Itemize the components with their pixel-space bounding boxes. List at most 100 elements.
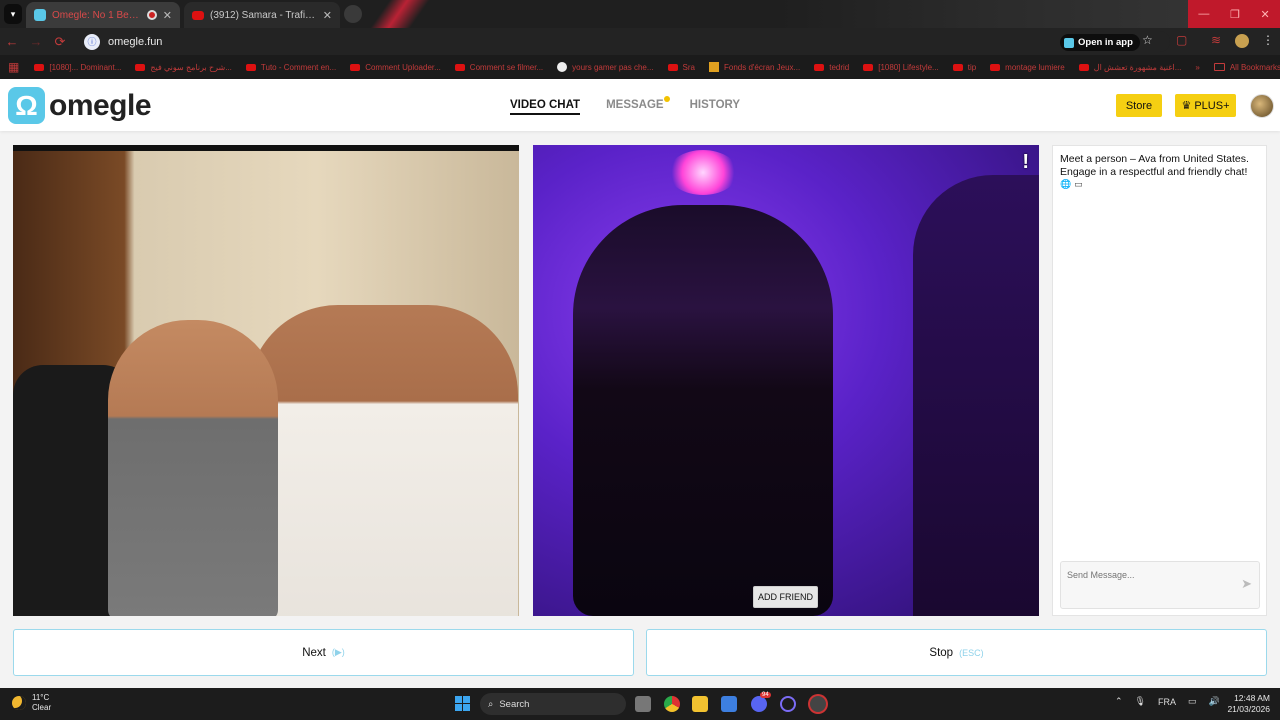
notification-dot (663, 96, 670, 102)
store-button[interactable]: Store (1116, 94, 1162, 117)
nav-video-chat[interactable]: VIDEO CHAT (510, 99, 581, 115)
minimize-icon[interactable]: — (1198, 8, 1209, 20)
moon-icon (12, 696, 26, 710)
tab-title: (3912) Samara - Trafiquant (Au (210, 9, 317, 21)
main-nav: VIDEO CHAT MESSAGE HISTORY (510, 96, 740, 115)
stranger-intro-text: Meet a person – Ava from United States. … (1060, 153, 1249, 178)
microphone-icon[interactable]: 🎙 (1135, 696, 1146, 707)
report-icon[interactable]: ! (1022, 151, 1029, 174)
translate-icon[interactable]: ▭ (1074, 179, 1083, 190)
video-top-edge (13, 145, 519, 151)
second-person-silhouette (913, 175, 1039, 616)
cast-icon[interactable]: ≋ (1211, 33, 1221, 47)
bookmark-item[interactable]: Tuto - Comment en... (239, 63, 343, 72)
new-tab-button[interactable] (344, 5, 362, 23)
bookmark-item[interactable]: [1080]... Dominant... (27, 63, 128, 72)
omegle-logo-icon: Ω (8, 87, 45, 124)
close-window-icon[interactable]: ✕ (1260, 8, 1269, 21)
menu-icon[interactable]: ⋮ (1262, 33, 1274, 47)
nav-message[interactable]: MESSAGE (606, 96, 670, 115)
plus-button[interactable]: ♛ PLUS+ (1175, 94, 1236, 117)
bookmark-item[interactable]: [1080] Lifestyle... (856, 63, 945, 72)
youtube-icon (1078, 63, 1089, 71)
close-tab-icon[interactable]: ✕ (323, 9, 332, 22)
tab-omegle[interactable]: Omegle: No 1 Best Random ✕ (26, 2, 180, 28)
volume-icon[interactable]: 🔊 (1209, 696, 1220, 707)
more-bookmarks-icon[interactable]: » (1188, 63, 1206, 72)
recording-icon (146, 10, 157, 20)
chevron-up-icon[interactable]: ⌃ (1115, 696, 1123, 707)
file-explorer-icon[interactable] (692, 696, 708, 712)
youtube-icon (135, 63, 146, 71)
bookmark-item[interactable]: yours gamer pas che... (550, 62, 660, 72)
site-header: Ω omegle VIDEO CHAT MESSAGE HISTORY Stor… (0, 79, 1280, 131)
windows-start-icon[interactable] (455, 696, 470, 711)
bookmark-star-icon[interactable]: ☆ (1142, 33, 1153, 47)
address-bar[interactable]: ⓘ omegle.fun (80, 31, 1170, 52)
taskbar-search[interactable]: ⌕ Search (480, 693, 626, 715)
chrome-icon[interactable] (664, 696, 680, 712)
person-grey-hoodie (108, 320, 278, 616)
windows-taskbar: 11°C Clear ⌕ Search 94 ⌃ 🎙 FRA ▭ 🔊 12:48… (0, 688, 1280, 720)
crown-icon: ♛ (1181, 100, 1192, 112)
back-icon[interactable]: ← (0, 34, 24, 49)
google-icon (557, 62, 568, 72)
message-input[interactable] (1061, 562, 1231, 588)
task-view-icon[interactable] (635, 696, 651, 712)
local-video (13, 145, 519, 616)
bookmarks-bar: ▦ [1080]... Dominant... شرح برنامج سوني … (0, 55, 1280, 79)
window-controls: — ❐ ✕ (1188, 0, 1280, 28)
app-icon (1064, 37, 1074, 48)
open-in-app-label: Open in app (1078, 37, 1133, 48)
bookmark-item[interactable]: Fonds d'écran Jeux... (702, 62, 807, 72)
bookmark-item[interactable]: Comment Uploader... (343, 63, 448, 72)
bookmark-item[interactable]: montage lumiere (983, 63, 1072, 72)
store-app-icon[interactable] (721, 696, 737, 712)
profile-icon[interactable] (1235, 34, 1249, 48)
bookmark-item[interactable]: tip (946, 63, 983, 72)
chrome-profile-icon[interactable] (810, 696, 826, 712)
person-white-sweater (248, 305, 518, 616)
bookmark-item[interactable]: tedrid (807, 63, 856, 72)
tab-youtube[interactable]: (3912) Samara - Trafiquant (Au ✕ (184, 2, 340, 28)
next-button[interactable]: Next (▶) (13, 629, 634, 676)
weather-widget[interactable]: 11°C Clear (12, 693, 51, 713)
bookmark-item[interactable]: Sra (661, 63, 702, 72)
add-friend-button[interactable]: ADD FRIEND (753, 586, 818, 608)
tab-title: Omegle: No 1 Best Random (52, 9, 141, 21)
app-ring-icon[interactable] (780, 696, 796, 712)
next-shortcut-hint: (▶) (331, 647, 345, 657)
youtube-icon (952, 63, 963, 71)
omegle-logo[interactable]: Ω omegle (8, 87, 152, 124)
extension-icon[interactable]: ▢ (1176, 33, 1187, 47)
site-info-icon[interactable]: ⓘ (84, 33, 100, 50)
stranger-person (573, 205, 833, 616)
bookmark-item[interactable]: شرح برنامج سوني فيج... (128, 63, 239, 72)
open-in-app-button[interactable]: Open in app (1060, 34, 1140, 51)
chat-panel: Meet a person – Ava from United States. … (1052, 145, 1267, 616)
network-icon[interactable]: ▭ (1188, 696, 1197, 707)
folder-icon (1213, 63, 1225, 71)
stop-button[interactable]: Stop (ESC) (646, 629, 1267, 676)
bookmark-item[interactable]: Comment se filmer... (448, 63, 550, 72)
close-tab-icon[interactable]: ✕ (163, 9, 172, 22)
discord-icon[interactable] (751, 696, 767, 712)
tab-search-icon[interactable]: ▾ (4, 4, 22, 24)
forward-icon[interactable]: → (24, 34, 48, 49)
taskbar-clock[interactable]: 12:48 AM 21/03/2026 (1222, 693, 1270, 715)
browser-toolbar: ← → ⟳ ⓘ omegle.fun Open in app (0, 28, 1280, 55)
send-icon[interactable]: ➤ (1241, 576, 1252, 592)
logo-wordmark: omegle (49, 88, 152, 122)
apps-icon[interactable]: ▦ (8, 60, 27, 74)
glowing-headband (668, 150, 738, 195)
language-indicator[interactable]: FRA (1158, 697, 1176, 707)
intro-icons: 🌐 ▭ (1060, 179, 1083, 190)
bookmark-item[interactable]: اغنية مشهورة تعشش ال... (1072, 63, 1189, 72)
wallpaper-site-icon (708, 62, 719, 72)
all-bookmarks-button[interactable]: All Bookmarks (1207, 63, 1280, 72)
avatar[interactable] (1250, 94, 1274, 118)
maximize-icon[interactable]: ❐ (1230, 8, 1240, 21)
reload-icon[interactable]: ⟳ (48, 34, 72, 50)
nav-history[interactable]: HISTORY (690, 99, 740, 115)
weather-condition: Clear (32, 703, 52, 712)
